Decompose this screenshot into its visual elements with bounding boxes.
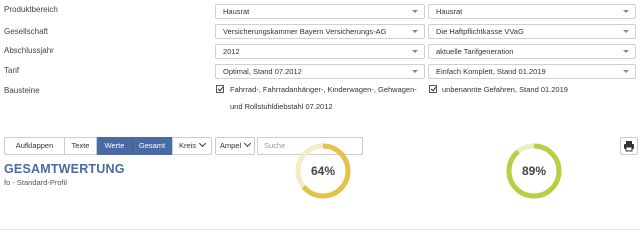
- abschlussjahr-label: Abschlussjahr: [4, 46, 54, 55]
- ampel-label: Ampel: [219, 141, 242, 150]
- bausteine-label: Bausteine: [4, 86, 40, 95]
- produktbereich-label: Produktbereich: [4, 5, 58, 14]
- baustein-checkbox-left[interactable]: [216, 85, 224, 93]
- print-button[interactable]: [620, 137, 638, 155]
- select-value: Einfach Komplett, Stand 01.2019: [436, 67, 546, 76]
- dropdown-arrow-icon: [623, 70, 629, 73]
- select-value: Hausrat: [223, 7, 250, 16]
- dropdown-arrow-icon: [412, 10, 418, 13]
- baustein-checkbox-right[interactable]: [429, 85, 437, 93]
- kreis-dropdown[interactable]: Kreis: [172, 137, 212, 155]
- werte-button[interactable]: Werte: [97, 137, 132, 155]
- gesellschaft-select-right[interactable]: Die Haftpflichtkasse VVaG: [428, 24, 636, 39]
- dropdown-arrow-icon: [623, 30, 629, 33]
- ampel-dropdown[interactable]: Ampel: [215, 137, 255, 155]
- gesellschaft-select-left[interactable]: Versicherungskammer Bayern Versicherungs…: [215, 24, 425, 39]
- dropdown-arrow-icon: [412, 30, 418, 33]
- score-gauge-left: 64%: [294, 142, 352, 200]
- abschlussjahr-select-left[interactable]: 2012: [215, 44, 425, 59]
- select-value: Hausrat: [436, 7, 463, 16]
- baustein-text-left-line2: und Rollstuhldiebstahl 07.2012: [230, 102, 333, 111]
- gesamt-button[interactable]: Gesamt: [132, 137, 172, 155]
- abschlussjahr-select-right[interactable]: aktuelle Tarifgeneration: [428, 44, 636, 59]
- kreis-label: Kreis: [178, 141, 197, 150]
- score-value: 64%: [310, 164, 336, 178]
- baustein-text-right: unbenannte Gefahren, Stand 01.2019: [442, 85, 568, 94]
- select-value: Die Haftpflichtkasse VVaG: [436, 27, 524, 36]
- aufklappen-button[interactable]: Aufklappen: [4, 137, 65, 155]
- tarif-label: Tarif: [4, 66, 20, 75]
- tarif-select-right[interactable]: Einfach Komplett, Stand 01.2019: [428, 64, 636, 79]
- tarif-select-left[interactable]: Optimal, Stand 07.2012: [215, 64, 425, 79]
- chevron-down-icon: [244, 139, 252, 148]
- gesamtwertung-title: GESAMTWERTUNG: [4, 162, 125, 176]
- texte-button[interactable]: Texte: [64, 137, 97, 155]
- profile-label: fo - Standard-Profil: [4, 178, 67, 187]
- produktbereich-select-left[interactable]: Hausrat: [215, 4, 425, 19]
- select-value: aktuelle Tarifgeneration: [436, 47, 514, 56]
- baustein-text-left-line1: Fahrrad-, Fahrradanhänger-, Kinderwagen-…: [230, 85, 417, 94]
- chevron-down-icon: [199, 139, 207, 148]
- produktbereich-select-right[interactable]: Hausrat: [428, 4, 636, 19]
- gesellschaft-label: Gesellschaft: [4, 27, 49, 36]
- printer-icon: [624, 141, 634, 152]
- score-value: 89%: [521, 164, 547, 178]
- select-value: Optimal, Stand 07.2012: [223, 67, 302, 76]
- dropdown-arrow-icon: [623, 10, 629, 13]
- select-value: 2012: [223, 47, 240, 56]
- dropdown-arrow-icon: [412, 50, 418, 53]
- divider: [0, 229, 640, 230]
- dropdown-arrow-icon: [412, 70, 418, 73]
- dropdown-arrow-icon: [623, 50, 629, 53]
- score-gauge-right: 89%: [505, 142, 563, 200]
- select-value: Versicherungskammer Bayern Versicherungs…: [223, 27, 387, 36]
